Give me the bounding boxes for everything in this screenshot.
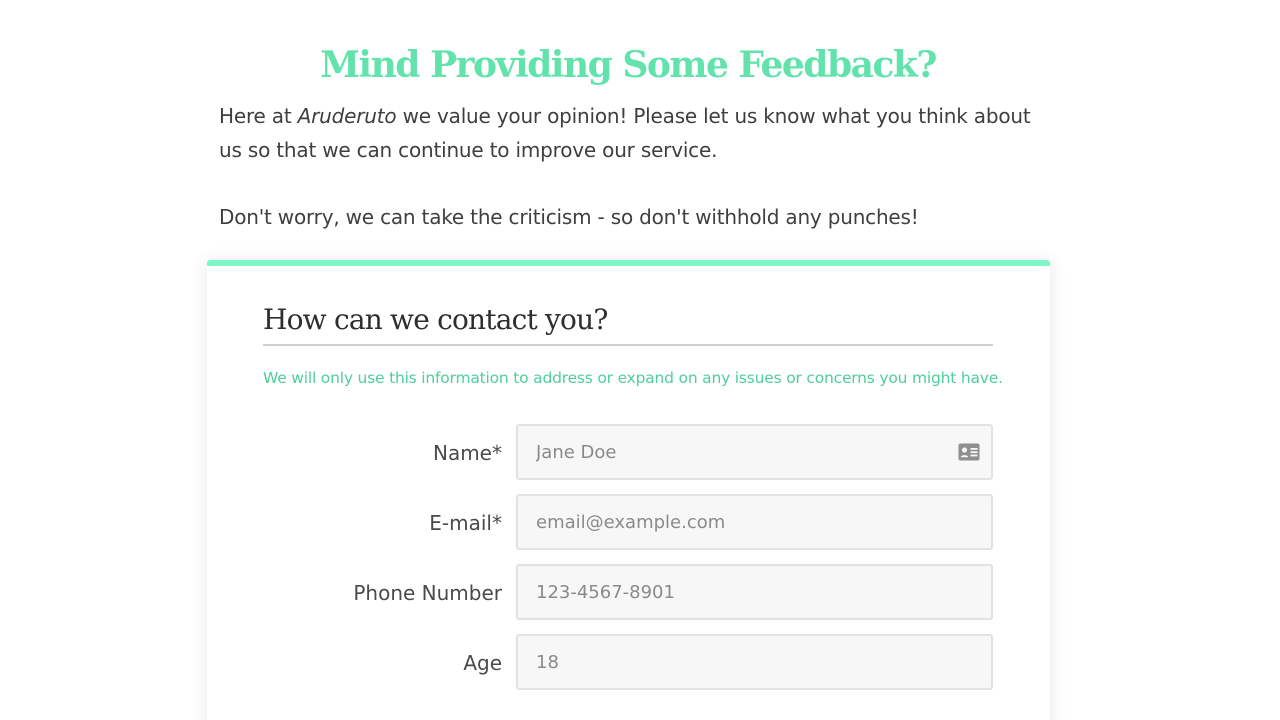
age-input[interactable] xyxy=(518,636,991,688)
age-label: Age xyxy=(463,651,502,675)
email-label: E-mail* xyxy=(429,511,502,535)
name-row: Name* xyxy=(207,424,1050,480)
phone-row: Phone Number xyxy=(207,564,1050,620)
brand-name: Aruderuto xyxy=(297,104,397,128)
phone-input[interactable] xyxy=(518,566,991,618)
age-field xyxy=(516,634,993,690)
email-input[interactable] xyxy=(518,496,991,548)
intro-before: Here at xyxy=(219,104,298,128)
age-row: Age xyxy=(207,634,1050,690)
name-input[interactable] xyxy=(518,426,991,478)
feedback-page: Mind Providing Some Feedback? Here at Ar… xyxy=(0,0,1280,720)
id-card-icon xyxy=(958,443,980,461)
section-divider xyxy=(263,344,993,346)
intro-text: Here at Aruderuto we value your opinion!… xyxy=(219,99,1049,234)
contact-card: How can we contact you? We will only use… xyxy=(207,260,1050,720)
email-row: E-mail* xyxy=(207,494,1050,550)
phone-label: Phone Number xyxy=(353,581,502,605)
email-field xyxy=(516,494,993,550)
privacy-note: We will only use this information to add… xyxy=(263,369,1003,387)
name-field xyxy=(516,424,993,480)
name-label: Name* xyxy=(432,441,502,465)
reassurance-paragraph: Don't worry, we can take the criticism -… xyxy=(219,205,919,229)
phone-field xyxy=(516,564,993,620)
section-title: How can we contact you? xyxy=(263,303,608,336)
intro-paragraph: Here at Aruderuto we value your opinion!… xyxy=(219,99,1049,167)
page-title: Mind Providing Some Feedback? xyxy=(320,44,937,86)
